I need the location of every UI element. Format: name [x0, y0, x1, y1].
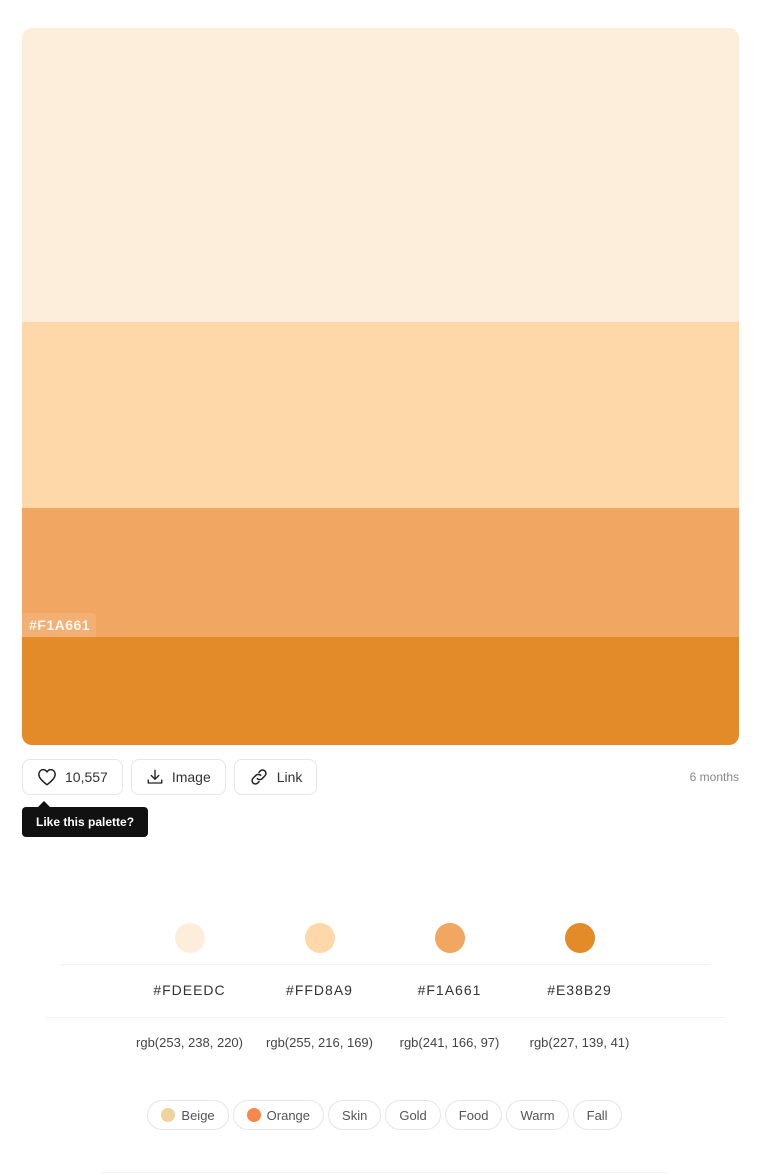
- tag-skin[interactable]: Skin: [328, 1100, 382, 1130]
- bottom-divider: [100, 1172, 669, 1173]
- rgb-code[interactable]: rgb(255, 216, 169): [266, 1035, 373, 1050]
- color-dot[interactable]: [434, 922, 465, 953]
- swatch-2[interactable]: [22, 322, 739, 508]
- heart-icon: [37, 768, 57, 786]
- link-button[interactable]: Link: [233, 759, 318, 795]
- tag-food[interactable]: Food: [444, 1100, 503, 1130]
- download-icon: [146, 768, 164, 786]
- color-dot[interactable]: [304, 922, 335, 953]
- hex-code[interactable]: #FFD8A9: [286, 982, 353, 998]
- tag-label: Beige: [181, 1107, 215, 1123]
- tag-gold[interactable]: Gold: [385, 1100, 441, 1130]
- tag-label: Skin: [342, 1107, 368, 1123]
- tag-label: Orange: [266, 1107, 311, 1123]
- tag-label: Food: [458, 1107, 489, 1123]
- like-count: 10,557: [65, 769, 108, 785]
- rgb-row: rgb(253, 238, 220) rgb(255, 216, 169) rg…: [0, 1018, 769, 1068]
- action-bar: 10,557 Image Link: [22, 759, 318, 795]
- image-button[interactable]: Image: [130, 759, 226, 795]
- timestamp: 6 months: [689, 770, 739, 784]
- tag-label: Gold: [399, 1107, 427, 1123]
- swatch-1[interactable]: [22, 28, 739, 322]
- swatch-3[interactable]: #F1A661: [22, 508, 739, 637]
- hex-code[interactable]: #FDEEDC: [153, 982, 225, 998]
- rgb-code[interactable]: rgb(227, 139, 41): [530, 1035, 630, 1050]
- hex-code[interactable]: #F1A661: [418, 982, 482, 998]
- tag-color-dot: [161, 1108, 176, 1122]
- tag-label: Fall: [586, 1107, 608, 1123]
- color-dot[interactable]: [174, 922, 205, 953]
- image-button-label: Image: [171, 769, 211, 785]
- tag-warm[interactable]: Warm: [506, 1100, 569, 1130]
- color-details: #FDEEDC #FFD8A9 #F1A661 #E38B29 rgb(253,…: [0, 920, 769, 1068]
- palette-card: #F1A661: [22, 28, 739, 745]
- tag-list: Beige Orange Skin Gold Food Warm Fall: [0, 1100, 769, 1130]
- tag-label: Warm: [520, 1107, 555, 1123]
- like-tooltip: Like this palette?: [22, 801, 149, 837]
- swatch-hex-label[interactable]: #F1A661: [22, 613, 97, 637]
- rgb-code[interactable]: rgb(241, 166, 97): [400, 1035, 500, 1050]
- color-dot[interactable]: [564, 922, 595, 953]
- rgb-code[interactable]: rgb(253, 238, 220): [136, 1035, 243, 1050]
- like-button[interactable]: 10,557: [22, 759, 123, 795]
- color-dots-row: [0, 920, 769, 960]
- tag-fall[interactable]: Fall: [572, 1100, 622, 1130]
- tag-orange[interactable]: Orange: [232, 1100, 325, 1130]
- palette-page: #F1A661 10,557 Image Link 6 months Like …: [0, 0, 769, 1175]
- hex-code[interactable]: #E38B29: [547, 982, 612, 998]
- swatch-4[interactable]: [22, 637, 739, 745]
- tag-beige[interactable]: Beige: [147, 1100, 229, 1130]
- link-button-label: Link: [276, 769, 303, 785]
- tag-color-dot: [246, 1108, 261, 1122]
- hex-row: #FDEEDC #FFD8A9 #F1A661 #E38B29: [0, 965, 769, 1017]
- link-icon: [249, 767, 269, 787]
